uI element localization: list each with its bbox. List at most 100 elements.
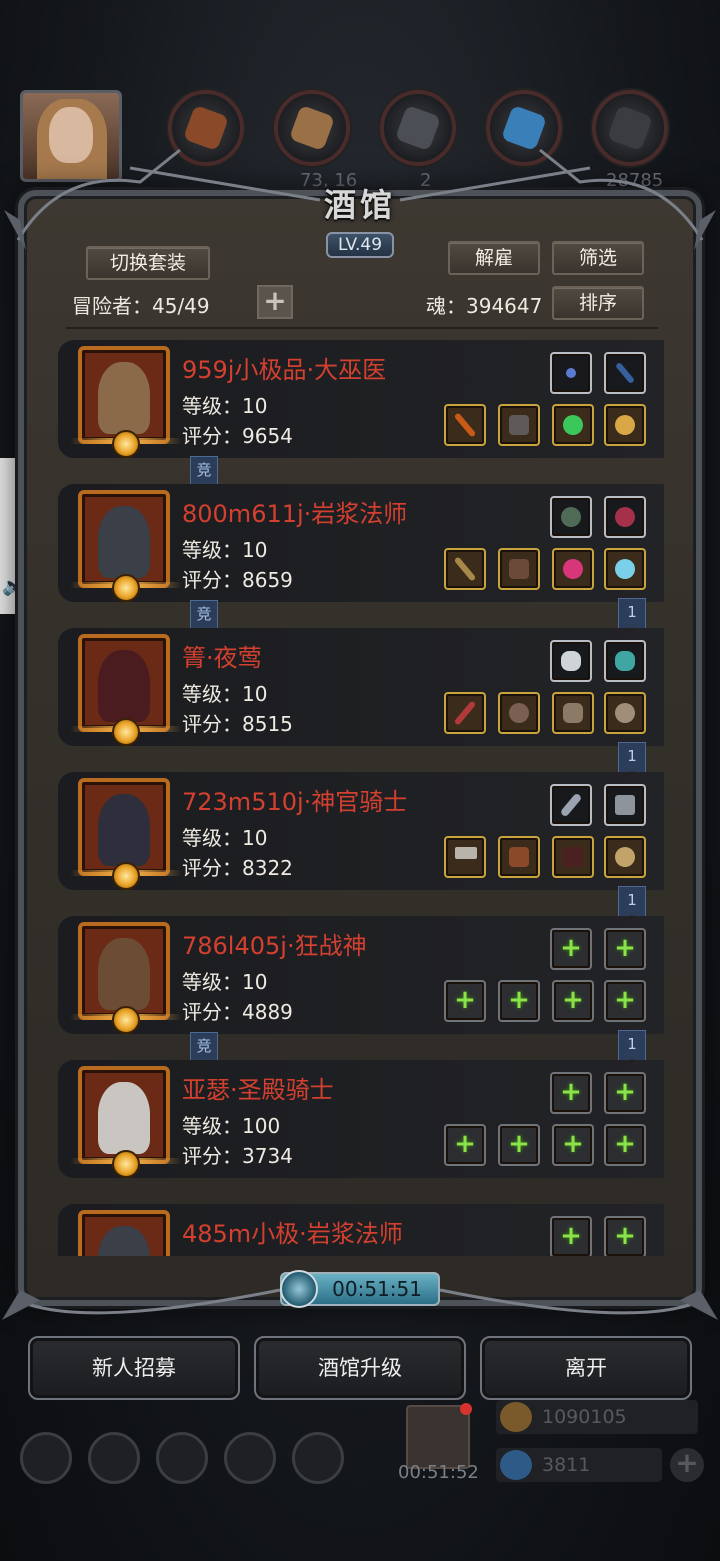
hero-score: 评分：8322 bbox=[182, 856, 293, 880]
leave-button[interactable]: 离开 bbox=[480, 1336, 692, 1400]
gold-value: 1090105 bbox=[542, 1406, 627, 1428]
empty-slot-plus-icon[interactable]: + bbox=[552, 980, 594, 1022]
shell-icon[interactable] bbox=[604, 692, 646, 734]
hero-name: 959j小极品·大巫医 bbox=[182, 356, 387, 384]
resource-orb-4[interactable] bbox=[486, 90, 562, 166]
teal-stone-icon[interactable] bbox=[604, 640, 646, 682]
compass-icon[interactable] bbox=[88, 1432, 140, 1484]
empty-slot-plus-icon[interactable]: + bbox=[552, 1124, 594, 1166]
empty-slot-plus-icon[interactable]: + bbox=[604, 980, 646, 1022]
filter-button[interactable]: 筛选 bbox=[552, 241, 644, 275]
gift-box-icon[interactable] bbox=[406, 1403, 472, 1469]
gift-timer: 00:51:52 bbox=[398, 1462, 479, 1483]
hero-card[interactable]: 723m510j·神官骑士 等级：10 评分：8322 bbox=[58, 772, 664, 890]
resource-orb-3[interactable] bbox=[380, 90, 456, 166]
hero-name: 亚瑟·圣殿骑士 bbox=[182, 1076, 334, 1104]
dismiss-button[interactable]: 解雇 bbox=[448, 241, 540, 275]
feather-icon[interactable] bbox=[550, 784, 592, 826]
mask-icon[interactable] bbox=[552, 692, 594, 734]
scroll-icon[interactable] bbox=[156, 1432, 208, 1484]
resource-orb-2[interactable] bbox=[274, 90, 350, 166]
hero-card[interactable]: 箐·夜莺 等级：10 评分：8515 bbox=[58, 628, 664, 746]
empty-slot-plus-icon[interactable]: + bbox=[604, 1072, 646, 1114]
white-stone-icon[interactable] bbox=[550, 640, 592, 682]
empty-slot-plus-icon[interactable]: + bbox=[550, 1216, 592, 1256]
gem-display: 3811 bbox=[496, 1448, 662, 1482]
empty-weapon-slot-icon[interactable]: + bbox=[444, 980, 486, 1022]
hero-score: 评分：9654 bbox=[182, 424, 293, 448]
timer-text: 00:51:51 bbox=[332, 1277, 422, 1301]
adventurer-count: 冒险者：45/49 bbox=[72, 294, 210, 318]
robe-icon[interactable] bbox=[498, 404, 540, 446]
shoulder-armor-icon[interactable] bbox=[498, 692, 540, 734]
hero-name: 485m小极·岩浆法师 bbox=[182, 1220, 403, 1248]
wand-icon[interactable] bbox=[444, 548, 486, 590]
add-currency-button[interactable]: + bbox=[670, 1448, 704, 1482]
add-slot-button[interactable]: + bbox=[257, 285, 293, 319]
hero-portrait bbox=[70, 490, 182, 602]
arena-tag: 竞 bbox=[190, 1032, 218, 1062]
hero-name: 800m611j·岩浆法师 bbox=[182, 500, 408, 528]
hero-card[interactable]: 959j小极品·大巫医 等级：10 评分：9654 bbox=[58, 340, 664, 458]
amulet-icon[interactable] bbox=[604, 836, 646, 878]
staff-icon[interactable] bbox=[444, 404, 486, 446]
horn-icon[interactable] bbox=[604, 496, 646, 538]
hero-level: 等级：10 bbox=[182, 538, 268, 562]
empty-slot-plus-icon[interactable]: + bbox=[550, 928, 592, 970]
empty-slot-plus-icon[interactable]: + bbox=[550, 1072, 592, 1114]
hero-level: 等级：10 bbox=[182, 970, 268, 994]
gear-icon[interactable] bbox=[20, 1432, 72, 1484]
hero-level: 等级：10 bbox=[182, 682, 268, 706]
necklace-icon[interactable] bbox=[550, 352, 592, 394]
gem-value: 3811 bbox=[542, 1454, 591, 1476]
hero-portrait bbox=[70, 778, 182, 890]
tome-icon[interactable] bbox=[604, 784, 646, 826]
boots-icon[interactable] bbox=[552, 836, 594, 878]
hero-level: 等级：10 bbox=[182, 394, 268, 418]
green-gem-icon[interactable] bbox=[552, 404, 594, 446]
hero-card[interactable]: 800m611j·岩浆法师 等级：10 评分：8659 bbox=[58, 484, 664, 602]
mail-icon[interactable] bbox=[224, 1432, 276, 1484]
hero-name: 箐·夜莺 bbox=[182, 644, 262, 672]
gold-display: 1090105 bbox=[496, 1400, 698, 1434]
empty-slot-plus-icon[interactable]: + bbox=[604, 1216, 646, 1256]
empty-weapon-slot-icon[interactable]: + bbox=[444, 1124, 486, 1166]
resource-orb-1[interactable] bbox=[168, 90, 244, 166]
empty-armor-slot-icon[interactable]: + bbox=[498, 980, 540, 1022]
hero-card[interactable]: 485m小极·岩浆法师 + + bbox=[58, 1204, 664, 1256]
spear-icon[interactable] bbox=[444, 692, 486, 734]
arena-tag: 竞 bbox=[190, 456, 218, 486]
hero-score: 评分：8659 bbox=[182, 568, 293, 592]
empty-slot-plus-icon[interactable]: + bbox=[604, 928, 646, 970]
upgrade-tavern-button[interactable]: 酒馆升级 bbox=[254, 1336, 466, 1400]
gold-ring-icon[interactable] bbox=[604, 404, 646, 446]
ice-rune-icon[interactable] bbox=[604, 548, 646, 590]
chest-armor-icon[interactable] bbox=[498, 836, 540, 878]
hero-portrait bbox=[70, 346, 182, 458]
chest-icon[interactable] bbox=[292, 1432, 344, 1484]
pendant-icon[interactable] bbox=[552, 548, 594, 590]
recruit-button[interactable]: 新人招募 bbox=[28, 1336, 240, 1400]
hero-name: 786l405j·狂战神 bbox=[182, 932, 367, 960]
hammer-icon[interactable] bbox=[444, 836, 486, 878]
switch-outfit-button[interactable]: 切换套装 bbox=[86, 246, 210, 280]
empty-slot-plus-icon[interactable]: + bbox=[604, 1124, 646, 1166]
hero-card[interactable]: 786l405j·狂战神 等级：10 评分：4889 + + + + + + bbox=[58, 916, 664, 1034]
armor-icon[interactable] bbox=[498, 548, 540, 590]
hero-level: 等级：100 bbox=[182, 1114, 281, 1138]
hero-list[interactable]: 959j小极品·大巫医 等级：10 评分：9654 竞 800m611j·岩浆法… bbox=[56, 336, 666, 1256]
player-avatar[interactable] bbox=[20, 90, 122, 182]
sort-button[interactable]: 排序 bbox=[552, 286, 644, 320]
star-emblem-icon bbox=[112, 430, 140, 458]
star-emblem-icon bbox=[112, 862, 140, 890]
hero-card[interactable]: 亚瑟·圣殿骑士 等级：100 评分：3734 + + + + + + bbox=[58, 1060, 664, 1178]
header-divider bbox=[66, 327, 658, 329]
orb-icon[interactable] bbox=[550, 496, 592, 538]
bow-icon[interactable] bbox=[604, 352, 646, 394]
hero-portrait bbox=[70, 1066, 182, 1178]
star-emblem-icon bbox=[112, 1006, 140, 1034]
empty-armor-slot-icon[interactable]: + bbox=[498, 1124, 540, 1166]
moon-emblem-icon bbox=[112, 1150, 140, 1178]
resource-orb-5[interactable] bbox=[592, 90, 668, 166]
notification-dot bbox=[460, 1403, 472, 1415]
